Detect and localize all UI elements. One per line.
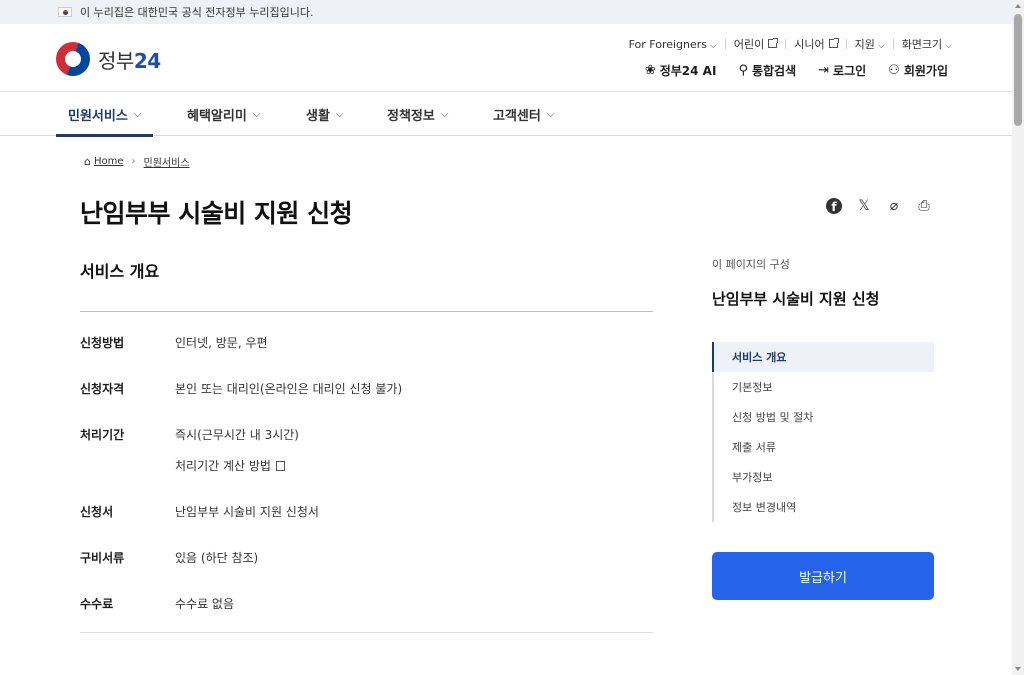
divider (785, 39, 787, 49)
toc-item-change-history[interactable]: 정보 변경내역 (714, 492, 934, 522)
facebook-icon: f (826, 198, 842, 214)
page-toc: 서비스 개요 기본정보 신청 방법 및 절차 제출 서류 부가정보 정보 변경내… (712, 342, 934, 522)
toc-label: 이 페이지의 구성 (712, 258, 790, 271)
breadcrumb: ⌂ Home › 민원서비스 (84, 154, 190, 169)
gnb-civil-service[interactable]: 민원서비스 ⌵ (55, 93, 154, 137)
scroll-up-icon[interactable] (1015, 4, 1021, 8)
toc-item-additional-info[interactable]: 부가정보 (714, 462, 934, 492)
government-emblem-icon (56, 42, 90, 76)
breadcrumb-home[interactable]: Home (94, 156, 124, 167)
issue-button[interactable]: 발급하기 (712, 552, 934, 600)
screen-size-menu[interactable]: 화면크기 ⌵ (902, 36, 952, 52)
breadcrumb-current[interactable]: 민원서비스 (144, 154, 190, 169)
info-value: 본인 또는 대리인(온라인은 대리인 신청 불가) (175, 382, 403, 396)
x-share-button[interactable]: 𝕏 (854, 196, 874, 216)
chevron-down-icon: ⌵ (440, 109, 449, 120)
senior-link[interactable]: 시니어 (794, 36, 839, 52)
print-icon: ⎙ (918, 198, 930, 214)
info-value: 수수료 없음 (175, 597, 235, 611)
search-button[interactable]: ⚲ 통합검색 (738, 62, 796, 79)
chevron-down-icon: ⌵ (710, 40, 717, 51)
copy-icon (275, 461, 285, 471)
info-key: 신청방법 (80, 336, 125, 350)
gnb-customer-center[interactable]: 고객센터 ⌵ (493, 93, 554, 136)
login-icon: ⇥ (818, 63, 830, 78)
toc-item-overview[interactable]: 서비스 개요 (712, 342, 934, 372)
external-link-icon (828, 38, 839, 48)
flag-icon (58, 7, 72, 17)
banner-text: 이 누리집은 대한민국 공식 전자정부 누리집입니다. (80, 6, 314, 19)
kids-link[interactable]: 어린이 (734, 36, 779, 52)
global-nav: 민원서비스 ⌵ 혜택알리미 ⌵ 생활 ⌵ 정책정보 ⌵ 고객센터 ⌵ (0, 93, 1012, 137)
site-logo[interactable]: 정부24 (56, 42, 161, 76)
toc-item-method[interactable]: 신청 방법 및 절차 (714, 402, 934, 432)
info-value: 즉시(근무시간 내 3시간) (175, 428, 299, 442)
info-key: 수수료 (80, 597, 114, 611)
chevron-down-icon: ⌵ (335, 109, 344, 120)
gnb-policy-info[interactable]: 정책정보 ⌵ (387, 93, 448, 136)
chevron-down-icon: ⌵ (546, 109, 555, 120)
page-title: 난임부부 시술비 지원 신청 (80, 199, 353, 228)
share-tools: f 𝕏 ⌀ ⎙ (814, 196, 934, 216)
toc-title: 난임부부 시술비 지원 신청 (712, 290, 880, 308)
info-key: 신청서 (80, 505, 114, 519)
processing-time-calc-link[interactable]: 처리기간 계산 방법 (175, 457, 285, 474)
support-menu[interactable]: 지원 ⌵ (855, 36, 885, 52)
divider (892, 39, 894, 49)
main-utility-nav: ❀ 정부24 AI ⚲ 통합검색 ⇥ 로그인 ⚇ 회원가입 (623, 62, 948, 79)
login-button[interactable]: ⇥ 로그인 (818, 62, 866, 79)
facebook-share-button[interactable]: f (824, 196, 844, 216)
chevron-down-icon: ⌵ (945, 41, 952, 51)
divider (724, 39, 726, 49)
gnb-benefit-alerts[interactable]: 혜택알리미 ⌵ (187, 93, 260, 136)
divider (80, 311, 653, 312)
toc-item-documents[interactable]: 제출 서류 (714, 432, 934, 462)
ai-button[interactable]: ❀ 정부24 AI (645, 62, 717, 79)
info-key: 처리기간 (80, 428, 125, 442)
info-value: 인터넷, 방문, 우편 (175, 336, 268, 350)
chevron-down-icon: ⌵ (252, 109, 261, 120)
utility-nav: For Foreigners ⌵ 어린이 시니어 지원 ⌵ 화면크기 ⌵ (629, 36, 952, 52)
divider (845, 39, 847, 49)
logo-text: 정부24 (98, 48, 161, 73)
divider (80, 632, 653, 633)
print-button[interactable]: ⎙ (914, 196, 934, 216)
scroll-down-icon[interactable] (1015, 667, 1021, 671)
for-foreigners-link[interactable]: For Foreigners ⌵ (629, 38, 717, 51)
link-icon: ⌀ (889, 198, 899, 214)
external-link-icon (768, 38, 779, 48)
official-site-banner: 이 누리집은 대한민국 공식 전자정부 누리집입니다. (0, 0, 1012, 24)
search-icon: ⚲ (738, 63, 748, 78)
chevron-down-icon: ⌵ (133, 109, 142, 120)
info-key: 신청자격 (80, 382, 125, 396)
page-scrollbar[interactable] (1012, 0, 1024, 675)
gnb-life[interactable]: 생활 ⌵ (306, 93, 344, 136)
section-title-overview: 서비스 개요 (80, 262, 160, 281)
signup-icon: ⚇ (888, 63, 900, 78)
signup-button[interactable]: ⚇ 회원가입 (888, 62, 948, 79)
chevron-down-icon: ⌵ (877, 41, 885, 51)
ai-icon: ❀ (644, 63, 656, 78)
info-key: 구비서류 (80, 551, 125, 565)
info-value: 난임부부 시술비 지원 신청서 (175, 505, 319, 519)
toc-item-basic-info[interactable]: 기본정보 (714, 372, 934, 402)
scrollbar-thumb[interactable] (1014, 14, 1022, 126)
info-value: 있음 (하단 참조) (175, 551, 259, 565)
x-icon: 𝕏 (858, 198, 870, 214)
home-icon: ⌂ (84, 155, 91, 168)
chevron-right-icon: › (131, 156, 136, 167)
site-header: 정부24 For Foreigners ⌵ 어린이 시니어 지원 ⌵ 화면크기 ⌵ ❀… (0, 24, 1012, 92)
copy-link-button[interactable]: ⌀ (884, 196, 904, 216)
